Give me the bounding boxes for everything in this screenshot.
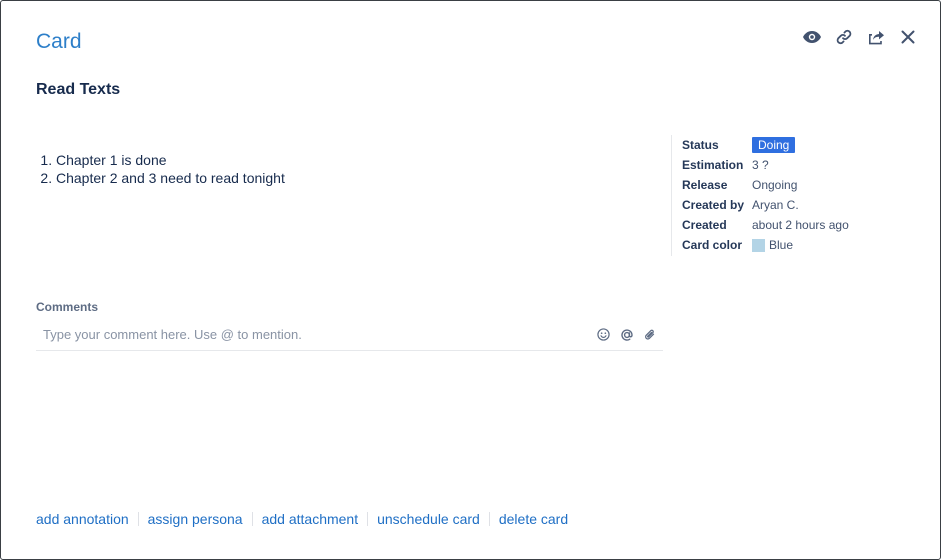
- unschedule-card-link[interactable]: unschedule card: [377, 511, 480, 527]
- card-actions: add annotation assign persona add attach…: [36, 511, 568, 527]
- attach-button[interactable]: [642, 327, 657, 342]
- watch-button[interactable]: [802, 27, 822, 47]
- add-attachment-link[interactable]: add attachment: [262, 511, 359, 527]
- created-label: Created: [682, 218, 727, 232]
- color-swatch: [752, 238, 765, 252]
- meta-status-row: Status Doing: [682, 135, 911, 155]
- link-icon: [836, 29, 852, 45]
- release-value[interactable]: Ongoing: [752, 178, 797, 192]
- card-color-picker[interactable]: Blue: [752, 238, 793, 252]
- meta-estimation-row: Estimation 3 ?: [682, 155, 911, 175]
- delete-card-link[interactable]: delete card: [499, 511, 568, 527]
- comments-label: Comments: [36, 300, 99, 314]
- status-badge[interactable]: Doing: [752, 137, 796, 153]
- separator: [488, 512, 490, 526]
- created-value: about 2 hours ago: [752, 218, 849, 232]
- separator: [137, 512, 139, 526]
- at-sign-icon: [620, 328, 633, 341]
- mention-button[interactable]: [619, 327, 634, 342]
- comment-box: [36, 319, 663, 351]
- created-by-label: Created by: [682, 198, 745, 212]
- comment-input[interactable]: [36, 327, 596, 342]
- estimation-label: Estimation: [682, 158, 744, 172]
- estimation-value[interactable]: 3 ?: [752, 158, 769, 172]
- dialog-toolbar: [802, 27, 918, 47]
- card-color-value: Blue: [769, 238, 794, 252]
- meta-created-row: Created about 2 hours ago: [682, 215, 911, 235]
- paperclip-icon: [644, 329, 654, 340]
- share-icon: [868, 30, 884, 44]
- close-button[interactable]: [898, 27, 918, 47]
- release-label: Release: [682, 178, 728, 192]
- smiley-icon: [597, 328, 610, 341]
- separator: [367, 512, 369, 526]
- card-dialog: Card Read Texts 1. Chapter 1 is done 2. …: [0, 0, 941, 560]
- created-by-value: Aryan C.: [752, 198, 799, 212]
- dialog-title: Card: [36, 30, 82, 53]
- meta-release-row: Release Ongoing: [682, 175, 911, 195]
- meta-card-color-row: Card color Blue: [682, 235, 911, 255]
- assign-persona-link[interactable]: assign persona: [148, 511, 243, 527]
- emoji-button[interactable]: [596, 327, 611, 342]
- card-title[interactable]: Read Texts: [36, 81, 120, 99]
- close-icon: [901, 30, 915, 44]
- separator: [251, 512, 253, 526]
- description-item: Chapter 2 and 3 need to read tonight: [56, 169, 285, 187]
- eye-icon: [803, 31, 821, 43]
- status-label: Status: [682, 138, 719, 152]
- card-color-label: Card color: [682, 238, 743, 252]
- meta-created-by-row: Created by Aryan C.: [682, 195, 911, 215]
- description-item: Chapter 1 is done: [56, 151, 285, 169]
- share-button[interactable]: [866, 27, 886, 47]
- add-annotation-link[interactable]: add annotation: [36, 511, 129, 527]
- card-meta-panel: Status Doing Estimation 3 ? Release Ongo…: [671, 135, 911, 256]
- copy-link-button[interactable]: [834, 27, 854, 47]
- card-description[interactable]: Chapter 1 is done Chapter 2 and 3 need t…: [37, 151, 285, 187]
